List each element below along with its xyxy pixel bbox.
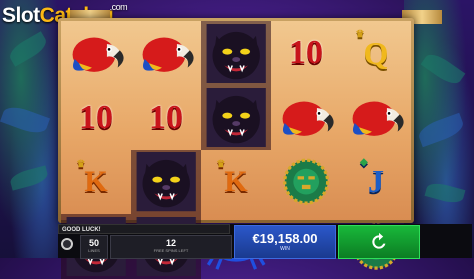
jungle-background-right: [404, 0, 474, 258]
reel-frame: 10Q♛1010K♛K♛J◆A: [58, 18, 414, 279]
queen-symbol-label: Q ♛: [355, 28, 389, 71]
ten-symbol-label: 10: [289, 34, 323, 72]
crown-icon: ◆: [360, 157, 368, 169]
free-spins-label: FREE SPINS LEFT: [153, 248, 189, 253]
control-bar: GOOD LUCK! 50 LINES 12 FREE SPINS LEFT €…: [58, 224, 472, 259]
reel-symbol-king: K ♛: [201, 150, 271, 214]
settings-gear-icon[interactable]: [61, 238, 73, 250]
spin-button[interactable]: [338, 225, 420, 259]
reel-symbol-panther: [131, 149, 201, 215]
lines-label: LINES: [88, 248, 100, 253]
win-display: €19,158.00 WIN: [234, 225, 336, 259]
win-label: WIN: [280, 246, 290, 252]
reel-symbol-parrot: [61, 21, 131, 85]
crown-icon: ♛: [216, 158, 226, 170]
reel-symbol-mask: [271, 150, 341, 214]
lines-display: 50 LINES: [80, 235, 108, 259]
parrot-icon: [341, 85, 411, 149]
reel-symbol-king: K ♛: [61, 150, 131, 214]
reel-symbol-queen: Q ♛: [341, 21, 411, 85]
status-message: GOOD LUCK!: [58, 224, 230, 234]
ten-symbol-label: 10: [79, 98, 113, 136]
reel-symbol-panther: [201, 85, 271, 150]
parrot-icon: [61, 21, 131, 85]
reel-symbol-parrot: [131, 21, 201, 85]
free-spins-display: 12 FREE SPINS LEFT: [110, 235, 232, 259]
reel-symbol-jack: J ◆: [341, 150, 411, 214]
crown-icon: ♛: [76, 158, 86, 170]
mask-icon: [271, 150, 341, 214]
crown-icon: ♛: [355, 28, 365, 40]
panther-icon: [201, 85, 271, 149]
lines-value: 50: [88, 238, 99, 248]
refresh-icon: [372, 232, 386, 249]
ten-symbol-label: 10: [149, 98, 183, 136]
parrot-icon: [131, 21, 201, 85]
reel-grid: 10Q♛1010K♛K♛J◆A: [61, 21, 411, 279]
reel-symbol-ten: 10: [271, 21, 341, 85]
free-spins-value: 12: [165, 238, 176, 248]
reel-symbol-ten: 10: [131, 85, 201, 149]
panther-icon: [201, 21, 271, 85]
king-symbol-label: K ♛: [76, 158, 108, 198]
reel-symbol-parrot: [271, 85, 341, 149]
win-value: €19,158.00: [252, 231, 318, 246]
reel-symbol-parrot: [341, 85, 411, 149]
reel-symbol-panther: [201, 21, 271, 86]
king-symbol-label: K ♛: [216, 158, 248, 198]
jack-symbol-label: J ◆: [360, 157, 384, 200]
reel-symbol-ten: 10: [61, 85, 131, 149]
panther-icon: [131, 150, 201, 214]
parrot-icon: [271, 85, 341, 149]
